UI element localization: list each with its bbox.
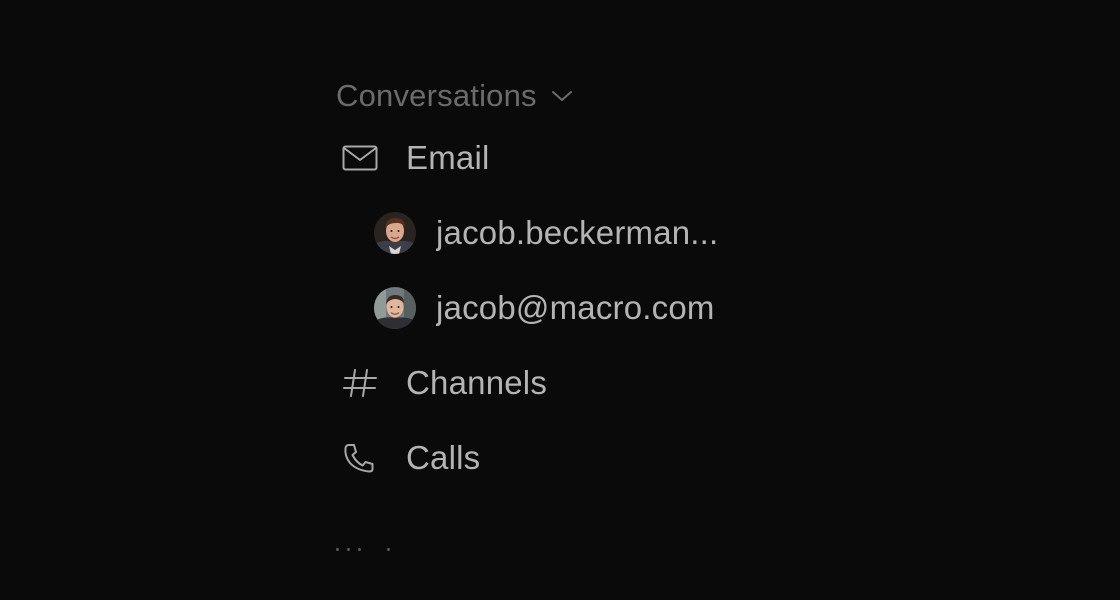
nav-item-label: jacob.beckerman...: [436, 213, 719, 251]
nav-item-channels[interactable]: Channels: [336, 345, 796, 420]
nav-item-label: Email: [406, 138, 490, 176]
nav-item-email[interactable]: Email: [336, 120, 796, 195]
nav-item-account-macro[interactable]: jacob@macro.com: [336, 270, 796, 345]
conversations-section-toggle[interactable]: Conversations: [336, 72, 796, 120]
hash-icon: [336, 363, 388, 403]
cutoff-next-section: [336, 548, 398, 551]
sidebar-nav: Conversations Email jacob.beckerman... j…: [336, 72, 796, 495]
nav-item-account-beckerman[interactable]: jacob.beckerman...: [336, 195, 796, 270]
divider-dot: [336, 548, 339, 551]
avatar: [374, 211, 416, 254]
nav-item-label: Channels: [406, 363, 548, 401]
chevron-down-icon: [551, 89, 573, 103]
divider-dot: [347, 548, 350, 551]
nav-item-label: jacob@macro.com: [436, 288, 715, 326]
avatar: [374, 286, 416, 329]
phone-icon: [336, 438, 388, 478]
divider-dot: [387, 548, 390, 551]
divider-dot: [358, 548, 361, 551]
nav-item-label: Calls: [406, 438, 481, 476]
mail-icon: [336, 138, 388, 178]
page: Conversations Email jacob.beckerman... j…: [0, 0, 1120, 600]
nav-item-calls[interactable]: Calls: [336, 420, 796, 495]
section-header-label: Conversations: [336, 78, 537, 113]
